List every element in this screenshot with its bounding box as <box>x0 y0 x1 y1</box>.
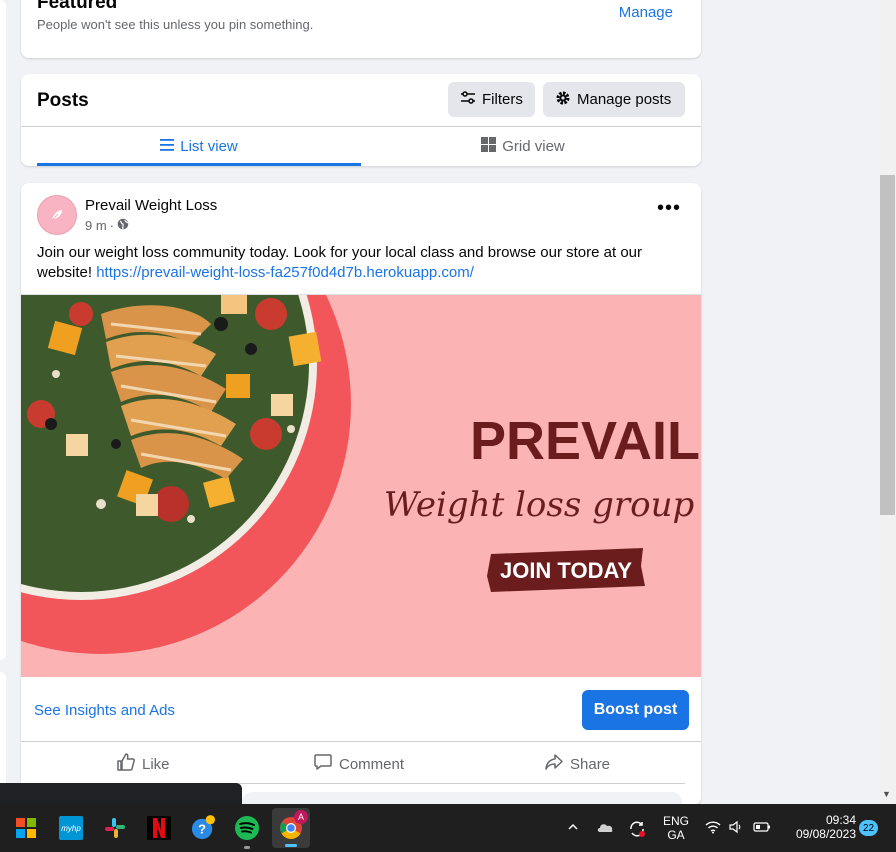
comment-icon <box>313 752 333 776</box>
svg-text:?: ? <box>198 822 206 837</box>
boost-post-button[interactable]: Boost post <box>582 690 689 730</box>
posts-title: Posts <box>37 90 89 111</box>
manage-posts-label: Manage posts <box>577 91 672 108</box>
script-text: Weight loss group <box>384 485 695 525</box>
comment-label: Comment <box>339 755 405 773</box>
tab-list-view-label: List view <box>180 138 238 155</box>
left-panel-edge-lower <box>0 672 6 792</box>
chrome-taskbar-button[interactable]: A <box>272 808 310 848</box>
list-icon <box>160 138 175 155</box>
post-text: Join our weight loss community today. Lo… <box>37 243 677 283</box>
scrollbar-thumb[interactable] <box>880 175 895 515</box>
windows-start-icon[interactable] <box>14 816 38 840</box>
like-button[interactable]: Like <box>116 752 170 776</box>
post-link[interactable]: https://prevail-weight-loss-fa257f0d4d7b… <box>96 264 474 281</box>
meta-separator: · <box>109 218 115 233</box>
share-label: Share <box>570 755 611 773</box>
actions-divider <box>21 741 701 742</box>
post-image[interactable]: PREVAIL Weight loss group JOIN TODAY <box>21 294 701 677</box>
featured-subtitle: People won't see this unless you pin som… <box>37 17 314 32</box>
clock-time: 09:34 <box>825 813 856 827</box>
share-button[interactable]: Share <box>544 752 610 776</box>
tab-list-view[interactable]: List view <box>37 127 361 166</box>
left-panel-edge <box>0 0 6 660</box>
language-indicator[interactable]: ENG GA <box>660 814 692 842</box>
share-icon <box>544 752 564 776</box>
tab-grid-view-label: Grid view <box>502 138 565 155</box>
clock[interactable]: 09:34 09/08/2023 <box>780 813 856 841</box>
filters-label: Filters <box>482 91 523 108</box>
posts-header-card: Posts Filters Manage posts List view Gri… <box>21 74 701 166</box>
svg-text:myhp: myhp <box>61 824 81 833</box>
tab-grid-view[interactable]: Grid view <box>361 127 685 166</box>
clock-date: 09/08/2023 <box>795 827 856 841</box>
see-insights-link[interactable]: See Insights and Ads <box>34 702 175 719</box>
spotify-running-indicator <box>244 846 250 849</box>
manage-posts-button[interactable]: Manage posts <box>543 82 685 117</box>
spotify-icon[interactable] <box>235 816 259 840</box>
gear-icon <box>555 90 571 110</box>
onedrive-cloud-icon[interactable] <box>596 820 614 836</box>
featured-title: Featured <box>37 0 118 13</box>
thumbs-up-icon <box>116 752 136 776</box>
comment-button[interactable]: Comment <box>313 752 404 776</box>
brand-text: PREVAIL <box>470 411 700 471</box>
active-app-indicator <box>285 844 297 847</box>
taskbar: myhp ? A ENG GA 09:34 09/08/2023 22 <box>0 804 896 852</box>
language-bottom: GA <box>667 828 685 842</box>
chrome-profile-badge: A <box>294 810 308 824</box>
cta-text: JOIN TODAY <box>500 558 632 583</box>
featured-card: Featured People won't see this unless yo… <box>21 0 701 58</box>
avatar[interactable] <box>37 195 77 235</box>
scroll-down-arrow-icon[interactable]: ▼ <box>882 789 891 799</box>
hp-app-icon[interactable]: myhp <box>59 816 83 840</box>
like-label: Like <box>142 755 170 773</box>
comment-input-peek[interactable] <box>242 792 682 804</box>
sync-icon[interactable] <box>628 820 646 841</box>
post-card: Prevail Weight Loss 9 m · ••• Join our w… <box>21 183 701 805</box>
leaf-logo-icon <box>51 210 62 221</box>
help-app-icon[interactable]: ? <box>191 815 215 840</box>
promo-graphic: PREVAIL Weight loss group JOIN TODAY <box>21 294 701 677</box>
filters-button[interactable]: Filters <box>448 82 535 117</box>
post-author[interactable]: Prevail Weight Loss <box>85 197 217 214</box>
post-meta: 9 m · <box>85 218 129 233</box>
battery-icon[interactable] <box>753 820 771 836</box>
active-tab-indicator <box>37 163 361 166</box>
image-top-border <box>21 294 701 295</box>
volume-icon[interactable] <box>729 820 745 837</box>
netflix-icon[interactable] <box>147 816 171 840</box>
wifi-icon[interactable] <box>705 820 721 837</box>
more-options-icon[interactable]: ••• <box>657 198 681 218</box>
dark-overlay-bar <box>0 783 242 805</box>
sliders-icon <box>460 90 476 109</box>
grid-icon <box>481 137 497 156</box>
slack-icon[interactable] <box>103 816 127 840</box>
chevron-up-icon[interactable] <box>567 820 579 836</box>
post-time[interactable]: 9 m <box>85 218 107 233</box>
notification-badge[interactable]: 22 <box>859 820 878 836</box>
language-top: ENG <box>662 814 689 828</box>
featured-manage-link[interactable]: Manage <box>619 4 673 21</box>
globe-icon <box>117 218 129 233</box>
